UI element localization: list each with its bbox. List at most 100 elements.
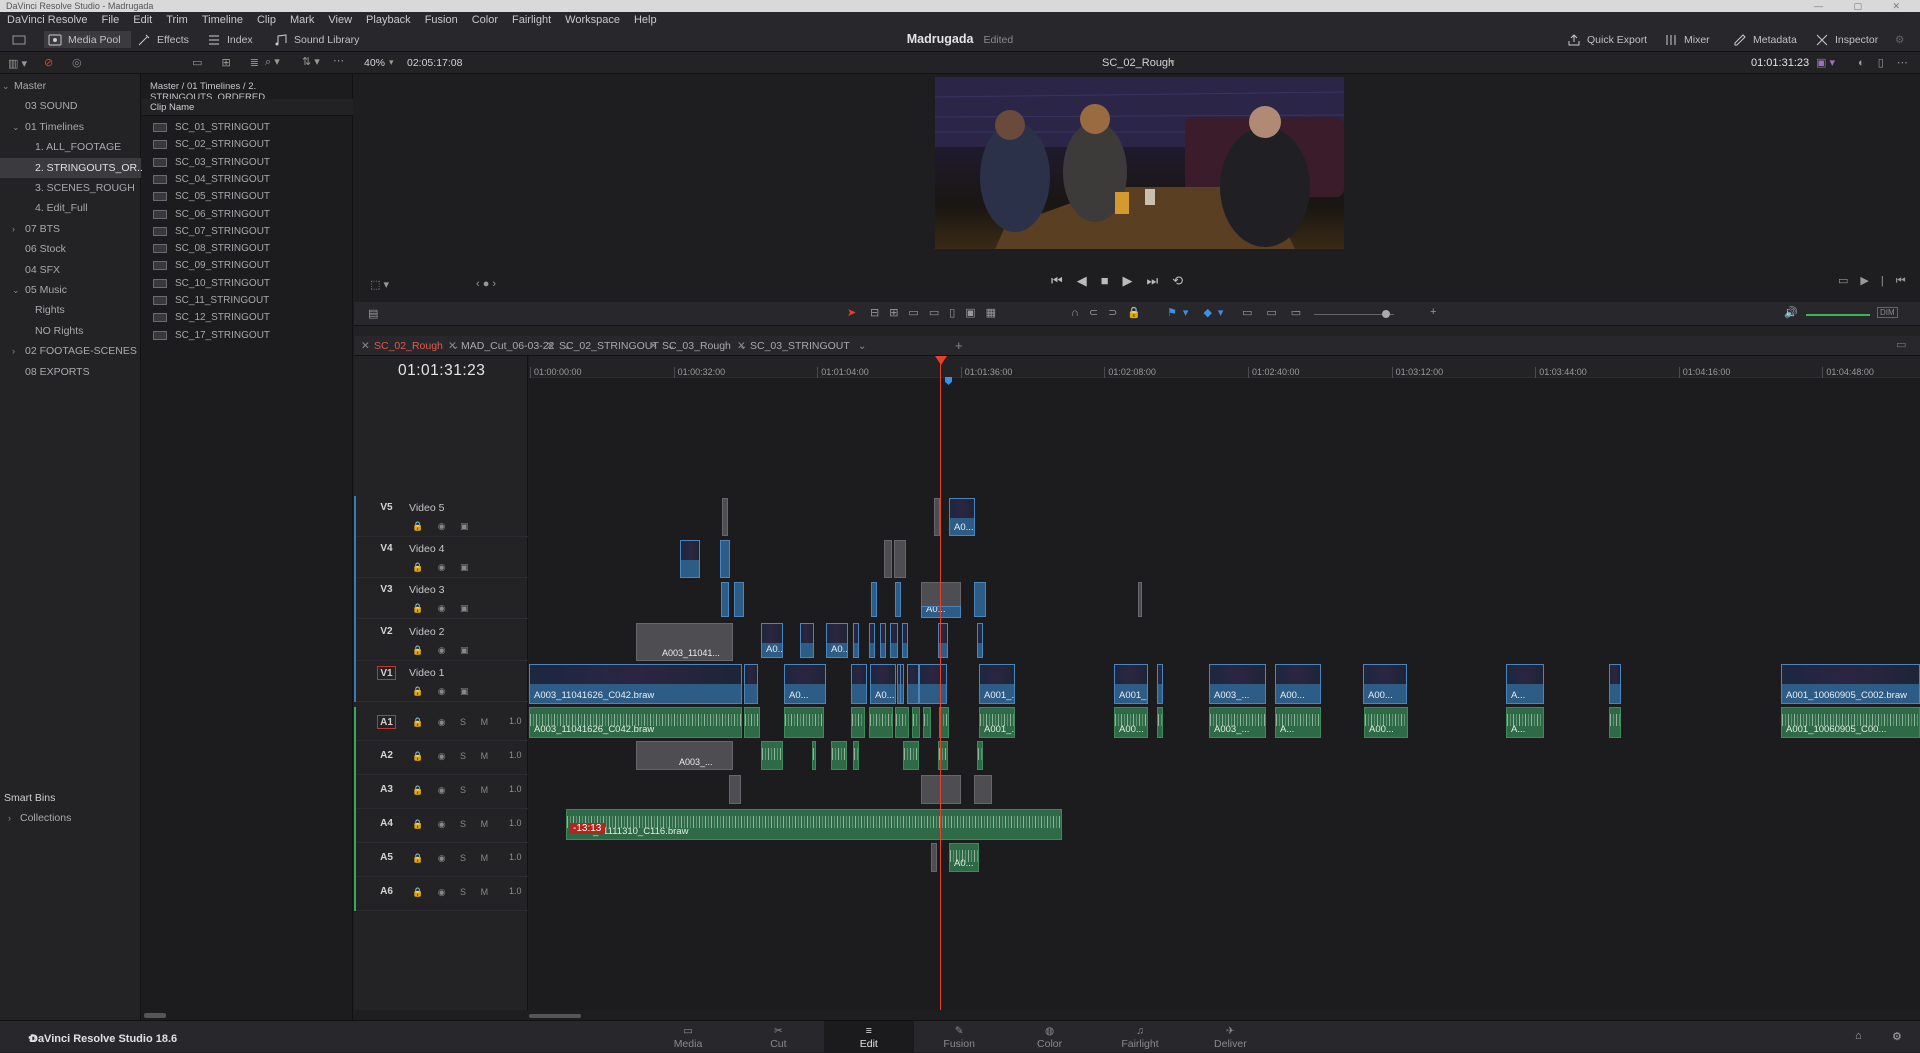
audio-clip[interactable] [1157,707,1163,738]
disabled-clip[interactable] [931,843,937,872]
bin-item[interactable]: 2. STRINGOUTS_OR... [0,157,146,178]
video-clip[interactable] [869,623,875,658]
clip-list-item[interactable]: SC_03_STRINGOUT [142,154,353,171]
settings-icon[interactable]: ⚙ [1895,31,1904,48]
video-clip[interactable]: A0... [826,623,848,658]
track-tag[interactable]: A1 [377,715,396,729]
close-icon[interactable]: ✕ [361,336,370,356]
track-controls[interactable]: 🔒 ◉ S M [412,853,494,864]
audio-track-header[interactable]: A6 🔒 ◉ S M 1.0 [354,877,528,911]
audio-clip[interactable]: A003_... [1209,707,1266,738]
video-clip[interactable]: A0... [870,664,896,704]
track-tag[interactable]: V1 [377,666,396,680]
video-clip[interactable] [721,582,729,617]
disabled-clip[interactable] [729,775,741,804]
track-controls[interactable]: 🔒 ◉ ▣ [412,645,475,656]
disabled-clip[interactable] [894,540,906,578]
video-clip[interactable] [744,664,758,704]
clip-list-item[interactable]: SC_07_STRINGOUT [142,223,353,240]
volume-slider[interactable] [1806,314,1870,316]
track-name[interactable]: Video 3 [409,584,444,596]
clip-list-item[interactable]: SC_12_STRINGOUT [142,309,353,326]
link-icon[interactable]: ⊘ [44,56,53,69]
video-clip[interactable]: A0... [761,623,783,658]
transport-controls[interactable]: ⏮◀■▶⏭⟲ [1051,273,1197,289]
audio-clip[interactable]: A... [1506,707,1544,738]
page-tab-color[interactable]: ◍ Color [1005,1021,1095,1053]
video-clip[interactable] [734,582,744,617]
clip-list-item[interactable]: SC_09_STRINGOUT [142,257,353,274]
audio-clip[interactable] [869,707,893,738]
audio-track-header[interactable]: A2 🔒 ◉ S M 1.0 [354,741,528,775]
video-clip[interactable] [902,623,908,658]
more-options-icon[interactable]: ⋯ [333,54,344,67]
page-tab-media[interactable]: ▭ Media [643,1021,733,1053]
video-clip[interactable] [1157,664,1163,704]
video-clip[interactable] [1609,664,1621,704]
tag-icon[interactable]: ◎ [72,56,82,69]
page-tab-deliver[interactable]: ✈ Deliver [1185,1021,1275,1053]
clip-name-column-header[interactable]: Clip Name [142,99,353,116]
video-clip[interactable] [907,664,919,704]
menu-trim[interactable]: Trim [159,14,195,26]
video-track-header[interactable]: V4 Video 4 🔒 ◉ ▣ [354,537,528,578]
add-timeline-tab-icon[interactable]: + [955,338,963,353]
zoom-slider-handle[interactable] [1382,310,1390,318]
video-clip[interactable]: A001_... [1114,664,1148,704]
sidebar-toggle-icon[interactable]: ▥ ▾ [8,57,27,70]
sort-icon[interactable]: ⇅ ▾ [302,55,320,68]
audio-clip[interactable] [912,707,920,738]
time-ruler[interactable]: 01:00:00:00 01:00:32:00 01:01:04:00 01:01:3… [529,356,1920,378]
menu-timeline[interactable]: Timeline [195,14,250,26]
audio-clip[interactable] [812,741,816,770]
audio-clip[interactable] [851,707,865,738]
video-clip[interactable]: A... [1506,664,1544,704]
menu-mark[interactable]: Mark [283,14,321,26]
chevron-right-icon[interactable]: › [12,219,15,239]
effects-button[interactable]: Effects [137,31,189,48]
close-icon[interactable]: ✕ [448,336,457,356]
zoom-level[interactable]: 40% [364,57,385,69]
track-tag[interactable]: A4 [377,817,396,831]
gear-icon[interactable]: ⚙ [1892,1030,1902,1043]
page-tab-edit[interactable]: ≡ Edit [823,1021,914,1053]
clip-list-item[interactable]: SC_01_STRINGOUT [142,119,353,136]
audio-clip[interactable] [1609,707,1621,738]
clip-list-item[interactable]: SC_05_STRINGOUT [142,188,353,205]
bin-item[interactable]: 1. ALL_FOOTAGE [0,137,141,157]
audio-clip[interactable]: A00... [1114,707,1148,738]
audio-clip[interactable] [923,707,931,738]
video-track-header[interactable]: V2 Video 2 🔒 ◉ ▣ [354,620,528,661]
menu-clip[interactable]: Clip [250,14,283,26]
video-clip[interactable] [977,623,983,658]
view-mode-icons[interactable]: ▭ ⊞ ≣ [192,56,267,69]
bin-item[interactable]: ⌄ 01 Timelines [0,117,141,137]
bin-item[interactable]: › 02 FOOTAGE-SCENES [0,341,141,361]
close-icon[interactable]: ✕ [649,336,658,356]
window-controls[interactable]: — ▢ ✕ [1814,0,1914,12]
audio-track-header[interactable]: A5 🔒 ◉ S M 1.0 [354,843,528,877]
page-tab-cut[interactable]: ✂ Cut [733,1021,823,1053]
track-controls[interactable]: 🔒 ◉ S M [412,751,494,762]
disabled-clip[interactable] [974,775,992,804]
metadata-button[interactable]: Metadata [1733,31,1797,48]
timeline-tabs-menu-icon[interactable]: ▭ [1896,338,1906,351]
video-clip[interactable] [895,582,901,617]
home-icon[interactable]: ⌂ [1855,1030,1862,1042]
bin-item[interactable]: 04 SFX [0,260,141,280]
clip-list-item[interactable]: SC_02_STRINGOUT [142,136,353,153]
volume-icon[interactable]: 🔊 [1784,306,1798,319]
timeline-dropdown-icon[interactable]: ▾ [1170,57,1175,68]
clip-list-item[interactable]: SC_04_STRINGOUT [142,171,353,188]
video-clip[interactable] [890,623,898,658]
chevron-down-icon[interactable]: ⌄ [12,117,20,137]
menu-edit[interactable]: Edit [126,14,159,26]
video-clip[interactable] [919,664,947,704]
menu-file[interactable]: File [95,14,127,26]
track-name[interactable]: Video 5 [409,502,444,514]
track-tag[interactable]: V3 [377,583,396,597]
menu-view[interactable]: View [321,14,359,26]
track-tag[interactable]: A2 [377,749,396,763]
menu-workspace[interactable]: Workspace [558,14,627,26]
track-tag[interactable]: A6 [377,885,396,899]
